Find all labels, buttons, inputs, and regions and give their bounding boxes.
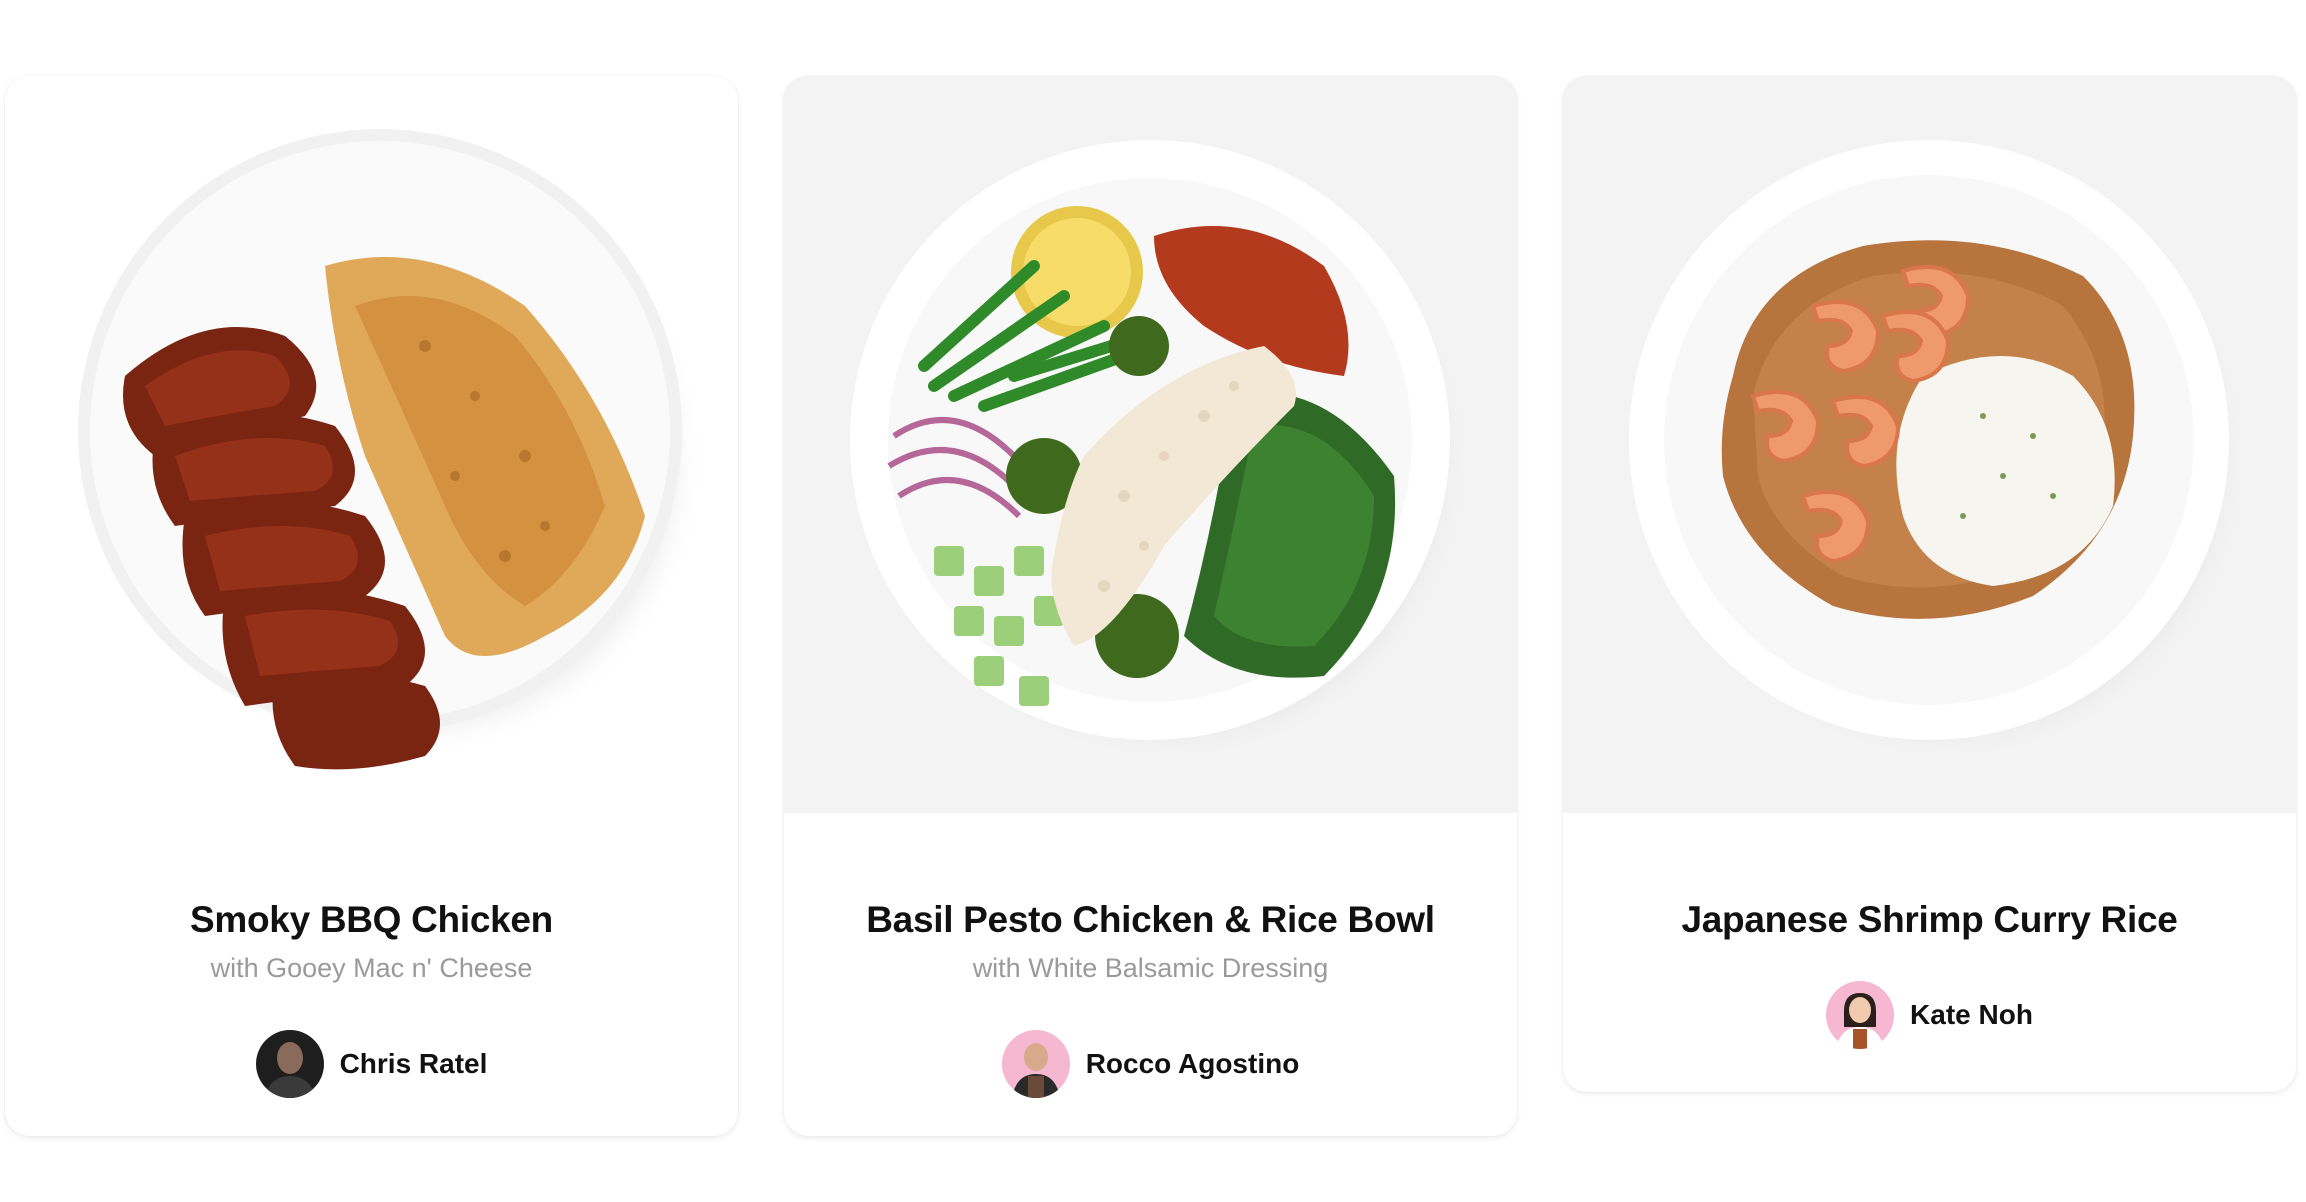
meal-subtitle: with White Balsamic Dressing [972,953,1329,983]
chef-name: Rocco Agostino [1085,1048,1300,1079]
meal-title[interactable]: Smoky BBQ Chicken [5,899,738,941]
meal-image [784,76,1517,813]
meal-card-japanese-shrimp-curry[interactable]: Japanese Shrimp Curry Rice Kate Noh [1563,76,2296,1092]
chef-info[interactable]: Kate Noh [1563,981,2296,1049]
meal-image [5,76,738,813]
chef-avatar [255,1030,324,1098]
chef-info[interactable]: Rocco Agostino [784,1030,1517,1098]
chef-info[interactable]: Chris Ratel [5,1030,738,1098]
meal-image [1563,76,2296,813]
meal-title[interactable]: Basil Pesto Chicken & Rice Bowl [784,899,1517,941]
meal-title[interactable]: Japanese Shrimp Curry Rice [1563,899,2296,941]
chef-avatar [1001,1030,1070,1098]
chef-name: Kate Noh [1910,999,2033,1030]
chef-avatar [1826,981,1895,1049]
chef-name: Chris Ratel [339,1048,488,1079]
meal-subtitle: with Gooey Mac n' Cheese [210,953,533,983]
meal-card-smoky-bbq-chicken[interactable]: Smoky BBQ Chicken with Gooey Mac n' Chee… [5,76,738,1136]
meal-card-basil-pesto-chicken[interactable]: Basil Pesto Chicken & Rice Bowl with Whi… [784,76,1517,1136]
